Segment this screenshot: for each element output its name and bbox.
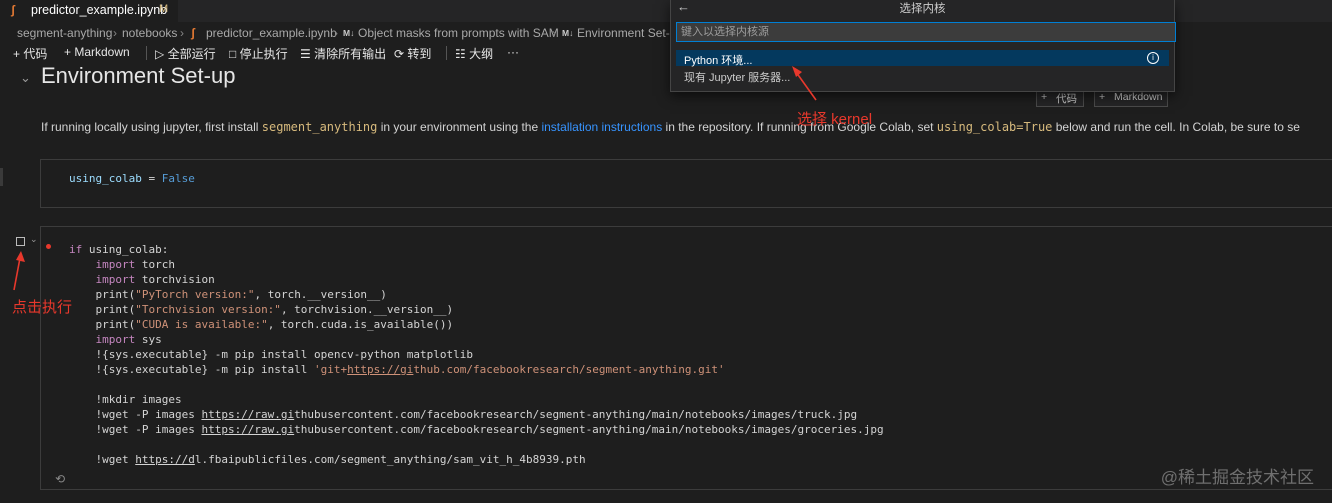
annotation-click-run: 点击执行 xyxy=(12,299,73,316)
annotation-arrows xyxy=(13,66,817,291)
watermark: @稀土掘金技术社区 xyxy=(1160,468,1314,487)
annotation-select-kernel: 选择 kernel xyxy=(797,111,873,128)
